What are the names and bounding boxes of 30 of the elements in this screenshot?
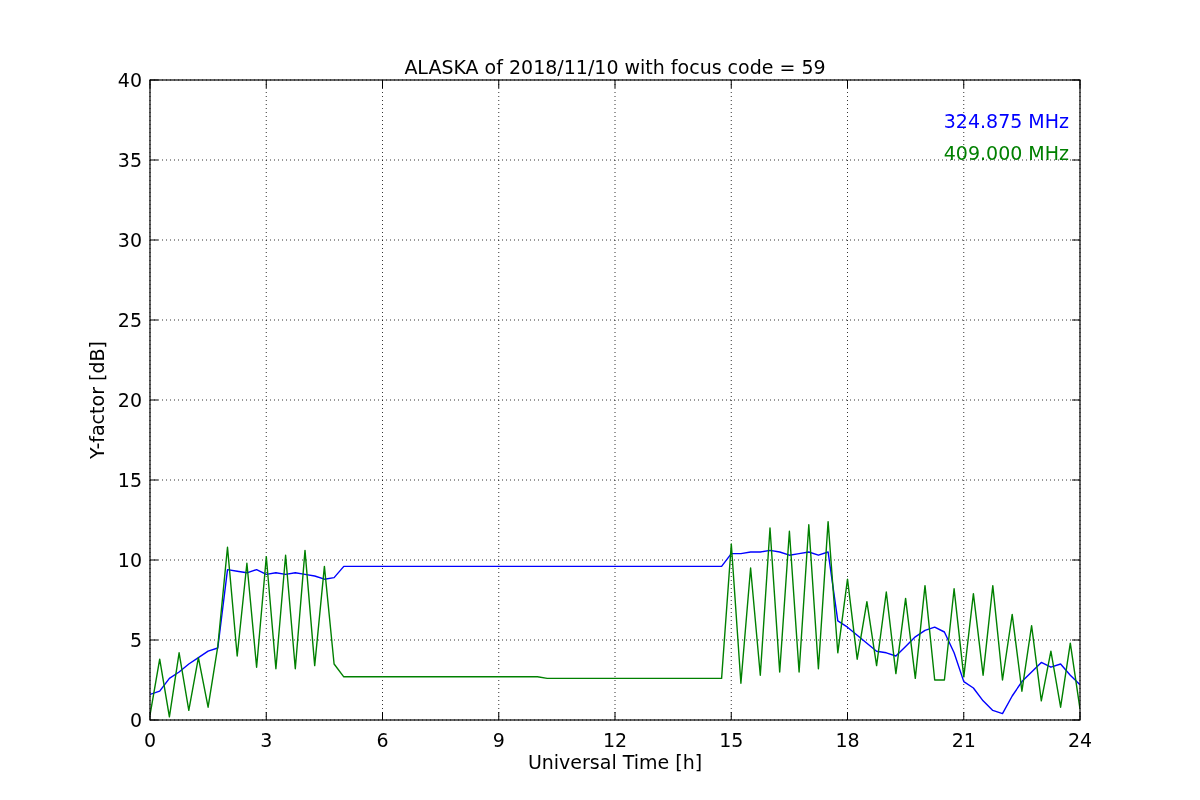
tick-mark bbox=[382, 711, 383, 721]
tick-label: 21 bbox=[951, 729, 976, 751]
tick-label: 3 bbox=[260, 729, 273, 751]
tick-label: 12 bbox=[602, 729, 628, 751]
tick-label: 15 bbox=[719, 729, 744, 751]
tick-mark bbox=[847, 711, 848, 721]
tick-label: 35 bbox=[117, 149, 142, 171]
tick-label: 30 bbox=[117, 229, 142, 251]
tick-label: 15 bbox=[117, 469, 142, 491]
tick-label: 40 bbox=[117, 69, 142, 91]
tick-label: 9 bbox=[492, 729, 505, 751]
tick-label: 5 bbox=[129, 629, 142, 651]
tick-label: 24 bbox=[1067, 729, 1093, 751]
legend-label: 324.875 MHz bbox=[943, 110, 1069, 132]
tick-mark bbox=[498, 711, 500, 721]
tick-mark bbox=[963, 711, 965, 721]
chart-title: ALASKA of 2018/11/10 with focus code = 59 bbox=[404, 56, 826, 78]
tick-label: 20 bbox=[117, 389, 142, 411]
tick-label: 10 bbox=[117, 549, 142, 571]
legend-label: 409.000 MHz bbox=[943, 142, 1069, 164]
tick-label: 0 bbox=[143, 729, 157, 751]
y-axis-label: Y-factor [dB] bbox=[86, 341, 108, 459]
tick-mark bbox=[614, 711, 616, 721]
tick-label: 6 bbox=[376, 729, 389, 751]
x-axis-label: Universal Time [h] bbox=[527, 751, 703, 773]
tick-mark bbox=[265, 711, 267, 721]
tick-label: 25 bbox=[117, 309, 142, 331]
tick-label: 18 bbox=[835, 729, 860, 751]
tick-mark bbox=[730, 711, 732, 721]
tick-label: 0 bbox=[129, 709, 142, 731]
